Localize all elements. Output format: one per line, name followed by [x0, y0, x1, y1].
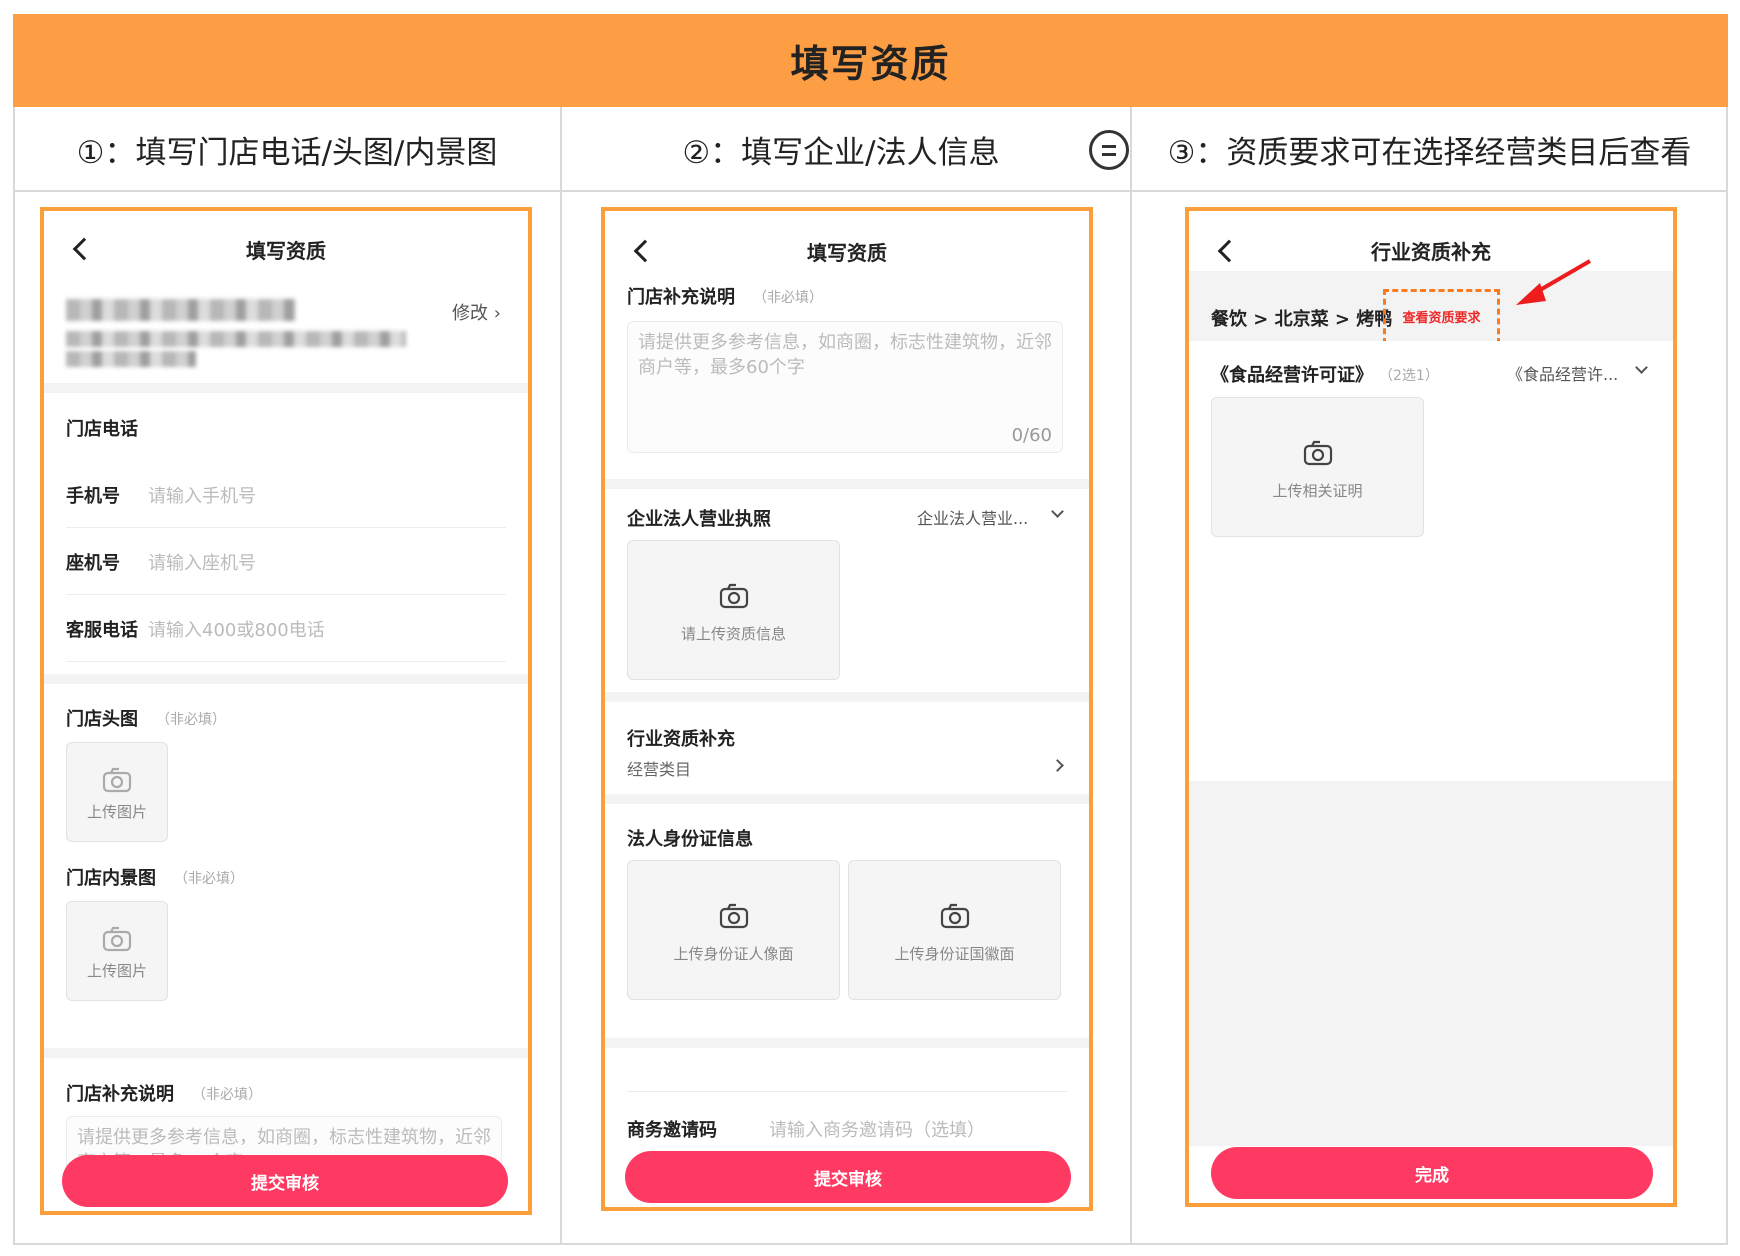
camera-icon: [1303, 440, 1332, 466]
title-bar: 填写资质: [13, 14, 1728, 107]
section-divider: [605, 794, 1089, 804]
edit-link[interactable]: 修改 ›: [452, 299, 501, 325]
section-divider: [44, 1048, 528, 1058]
head-image-upload[interactable]: 上传图片: [66, 742, 168, 842]
license-type-select[interactable]: 《食品经营许...: [1507, 361, 1618, 385]
id-front-upload[interactable]: 上传身份证人像面: [627, 860, 840, 1000]
invite-code-label: 商务邀请码: [627, 1120, 717, 1141]
optional-hint: （非必填）: [192, 1087, 262, 1103]
submit-button[interactable]: 提交审核: [625, 1151, 1071, 1203]
license-name: 《食品经营许可证》: [1211, 365, 1373, 386]
upload-image-label: 上传图片: [86, 962, 147, 980]
interior-image-upload[interactable]: 上传图片: [66, 901, 168, 1001]
divider: [66, 527, 506, 528]
view-requirements-link[interactable]: 查看资质要求: [1402, 307, 1480, 326]
nav-title: 填写资质: [246, 239, 326, 263]
section-divider: [605, 692, 1089, 702]
service-phone-label: 客服电话: [66, 620, 138, 641]
red-arrow-icon: [1516, 259, 1592, 305]
blurred-store-name: [66, 299, 296, 321]
store-phone-title: 门店电话: [66, 419, 138, 440]
category-path: 餐饮 > 北京菜 > 烤鸭: [1211, 309, 1393, 330]
chevron-down-icon[interactable]: [1051, 505, 1064, 518]
phone-screen-3: 行业资质补充 餐饮 > 北京菜 > 烤鸭 查看资质要求 《食品经营许可证》 （2…: [1185, 207, 1677, 1207]
blurred-store-address: [66, 351, 196, 367]
supplement-placeholder: 请提供更多参考信息，如商圈，标志性建筑物，近邻商户等，最多60个字: [638, 332, 1052, 378]
landline-input[interactable]: 请输入座机号: [148, 549, 256, 575]
divider: [66, 594, 506, 595]
equal-circle-icon: [1089, 130, 1129, 170]
camera-icon: [102, 767, 132, 793]
highlight-box: 查看资质要求: [1383, 289, 1500, 344]
camera-icon: [102, 926, 132, 952]
supplement-textarea[interactable]: 请提供更多参考信息，如商圈，标志性建筑物，近邻商户等，最多60个字 0/60: [627, 321, 1063, 453]
phone-screen-1: 填写资质 修改 › 门店电话 手机号 请输入手机号 座机号 请输入座机号 客服电…: [40, 207, 532, 1215]
optional-hint: （非必填）: [156, 712, 226, 728]
divider: [627, 1091, 1067, 1092]
camera-icon: [719, 583, 748, 609]
camera-icon: [940, 903, 969, 929]
column-divider: [560, 107, 562, 1245]
upload-image-label: 上传图片: [86, 803, 147, 821]
step-row: ①：填写门店电话/头图/内景图 ②：填写企业/法人信息 ③：资质要求可在选择经营…: [13, 107, 1728, 192]
landline-label: 座机号: [66, 553, 120, 574]
step-1-label: ①：填写门店电话/头图/内景图: [76, 135, 498, 171]
service-phone-input[interactable]: 请输入400或800电话: [148, 616, 325, 642]
step-2-label: ②：填写企业/法人信息: [682, 135, 1000, 171]
done-button[interactable]: 完成: [1211, 1147, 1653, 1199]
mobile-label: 手机号: [66, 486, 120, 507]
column-divider: [1130, 107, 1132, 1245]
page-title: 填写资质: [790, 42, 951, 86]
step-3-label: ③：资质要求可在选择经营类目后查看: [1167, 135, 1692, 171]
divider: [66, 661, 506, 662]
license-upload-label: 请上传资质信息: [680, 625, 786, 643]
submit-button[interactable]: 提交审核: [62, 1155, 508, 1207]
interior-image-title: 门店内景图: [66, 868, 156, 889]
nav-title: 行业资质补充: [1371, 240, 1491, 264]
industry-title: 行业资质补充: [627, 729, 735, 750]
phone-screen-2: 填写资质 门店补充说明 （非必填） 请提供更多参考信息，如商圈，标志性建筑物，近…: [601, 207, 1093, 1211]
upload-proof-label: 上传相关证明: [1272, 482, 1363, 500]
supplement-title: 门店补充说明: [66, 1084, 174, 1105]
blurred-store-address: [66, 331, 406, 347]
license-title: 企业法人营业执照: [627, 509, 771, 530]
business-category-row[interactable]: 经营类目: [627, 756, 691, 780]
chevron-right-icon[interactable]: [1051, 759, 1064, 772]
section-divider: [44, 674, 528, 684]
license-upload[interactable]: 请上传资质信息: [627, 540, 840, 680]
id-back-label: 上传身份证国徽面: [894, 945, 1015, 963]
section-divider: [605, 1038, 1089, 1048]
character-counter: 0/60: [1011, 425, 1052, 446]
id-card-title: 法人身份证信息: [627, 829, 753, 850]
mobile-input[interactable]: 请输入手机号: [148, 482, 256, 508]
invite-code-input[interactable]: 请输入商务邀请码（选填）: [769, 1116, 985, 1142]
choose-hint: （2选1）: [1379, 368, 1439, 384]
camera-icon: [719, 903, 748, 929]
license-type-select[interactable]: 企业法人营业...: [917, 505, 1028, 529]
id-front-label: 上传身份证人像面: [673, 945, 794, 963]
section-divider: [44, 383, 528, 393]
section-divider: [605, 479, 1089, 489]
supplement-title: 门店补充说明: [627, 287, 735, 308]
optional-hint: （非必填）: [174, 871, 244, 887]
head-image-title: 门店头图: [66, 709, 138, 730]
nav-title: 填写资质: [807, 241, 887, 265]
proof-upload[interactable]: 上传相关证明: [1211, 397, 1424, 537]
optional-hint: （非必填）: [753, 290, 823, 306]
id-back-upload[interactable]: 上传身份证国徽面: [848, 860, 1061, 1000]
